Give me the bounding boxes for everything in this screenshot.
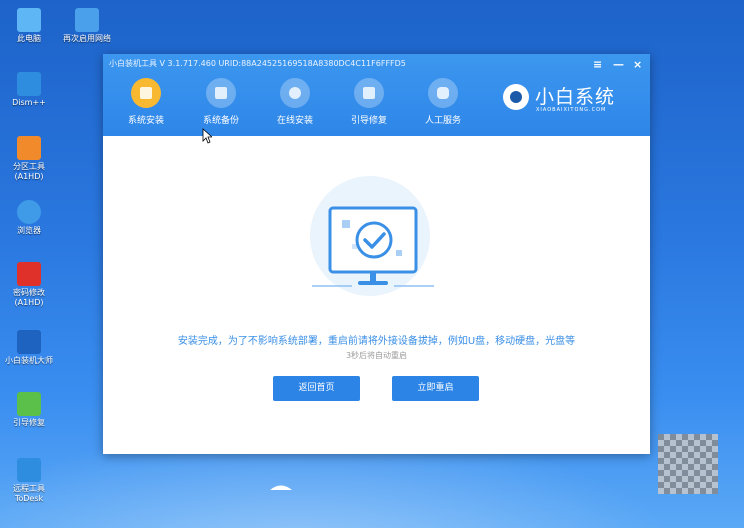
restart-countdown: 3秒后将自动重启: [345, 351, 408, 360]
taskbar-cloud-icon: [270, 485, 292, 490]
return-home-button[interactable]: 返回首页: [273, 376, 360, 401]
desktop-icon-dism[interactable]: Dism++: [0, 72, 61, 108]
todesk-icon: [17, 458, 41, 482]
nav-system-install[interactable]: 系统安装: [118, 78, 174, 126]
chat-icon: [428, 78, 458, 108]
install-icon: [131, 78, 161, 108]
menu-icon[interactable]: ≡: [593, 58, 602, 71]
xiaobai-logo-icon: [503, 84, 529, 110]
blurred-qr-thumbnail: [658, 434, 718, 494]
partition-tool-icon: [17, 136, 41, 160]
download-icon: [280, 78, 310, 108]
desktop-icon-browser[interactable]: 浏览器: [0, 200, 61, 236]
toolbox-icon: [354, 78, 384, 108]
window-title: 小白装机工具 V 3.1.717.460 URID:88A24525169518…: [109, 59, 406, 68]
desktop-icon-password[interactable]: 密码修改 (A1HD): [0, 262, 61, 308]
completion-message: 安装完成，为了不影响系统部署，重启前请将外接设备拔掉，例如U盘，移动硬盘，光盘等: [177, 336, 576, 347]
mouse-cursor-icon: [202, 128, 212, 144]
nav-manual-service[interactable]: 人工服务: [415, 78, 471, 126]
nav-online-install[interactable]: 在线安装: [267, 78, 323, 126]
nav-system-backup[interactable]: 系统备份: [193, 78, 249, 126]
boot-repair-icon: [17, 392, 41, 416]
restart-now-button[interactable]: 立即重启: [392, 376, 479, 401]
backup-icon: [206, 78, 236, 108]
computer-icon: [17, 8, 41, 32]
nav-boot-repair[interactable]: 引导修复: [341, 78, 397, 126]
window-header: 小白装机工具 V 3.1.717.460 URID:88A24525169518…: [103, 54, 650, 136]
desktop-icon-xiaobai[interactable]: 小白装机大师: [0, 330, 61, 366]
desktop-icon-partition-tool[interactable]: 分区工具 (A1HD): [0, 136, 61, 182]
password-tool-icon: [17, 262, 41, 286]
minimize-button[interactable]: —: [613, 58, 624, 71]
xiaobai-window: 小白装机工具 V 3.1.717.460 URID:88A24525169518…: [103, 54, 650, 454]
desktop-icon-todesk[interactable]: 远程工具 ToDesk: [0, 458, 61, 504]
xiaobai-icon: [17, 330, 41, 354]
install-complete-illustration: [310, 176, 434, 296]
browser-icon: [17, 200, 41, 224]
desktop-icon-this-pc[interactable]: 此电脑: [0, 8, 61, 44]
close-button[interactable]: ×: [633, 58, 642, 71]
dism-icon: [17, 72, 41, 96]
desktop-icon-boot-repair[interactable]: 引导修复: [0, 392, 61, 428]
network-icon: [75, 8, 99, 32]
desktop-icon-network[interactable]: 再次启用网络: [55, 8, 119, 44]
